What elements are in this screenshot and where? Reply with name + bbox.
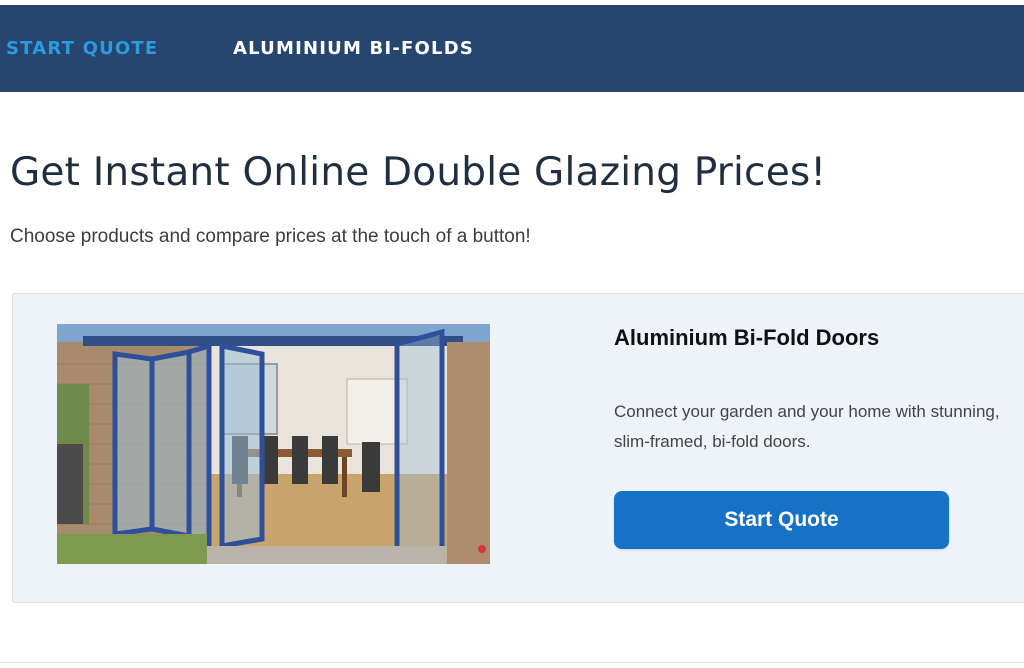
product-title: Aluminium Bi-Fold Doors [614,325,880,350]
bifold-doors-photo [57,324,490,564]
nav-start-quote[interactable]: START QUOTE [6,38,158,59]
page-title: Get Instant Online Double Glazing Prices… [10,150,827,195]
page-subtitle: Choose products and compare prices at th… [10,226,531,247]
product-card: Aluminium Bi-Fold Doors Connect your gar… [12,293,1024,603]
navbar: START QUOTE ALUMINIUM BI-FOLDS [0,5,1024,92]
divider [0,662,1024,663]
start-quote-button[interactable]: Start Quote [614,491,949,549]
nav-aluminium-bifolds[interactable]: ALUMINIUM BI-FOLDS [233,38,474,59]
product-description: Connect your garden and your home with s… [614,402,1000,451]
